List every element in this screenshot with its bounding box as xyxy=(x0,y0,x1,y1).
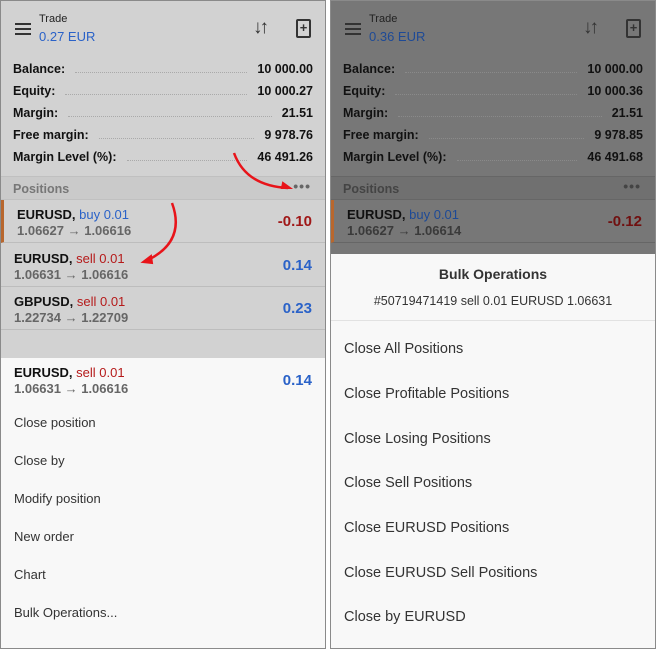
label: Free margin: xyxy=(343,128,419,142)
left-screen: Trade 0.27 EUR ↓↑ + Balance: 10 000.00 Eq… xyxy=(0,0,326,649)
prices: 1.06631 → 1.06616 xyxy=(14,381,129,396)
side: buy 0.01 xyxy=(409,207,460,222)
profit: -0.12 xyxy=(607,213,642,230)
label: Margin: xyxy=(343,106,389,120)
equity-row: Equity: 10 000.36 xyxy=(343,80,643,102)
prices: 1.06627 → 1.06614 xyxy=(347,223,462,238)
positions-label: Positions xyxy=(343,182,400,196)
arrow-to-more xyxy=(232,152,289,190)
close-all-positions[interactable]: Close All Positions xyxy=(344,341,463,357)
value: 10 000.36 xyxy=(587,84,643,98)
value: 21.51 xyxy=(611,106,643,120)
prices: 1.22734 → 1.22709 xyxy=(14,310,129,325)
label: Balance: xyxy=(343,62,396,76)
margin-level-row: Margin Level (%): 46 491.68 xyxy=(343,146,643,168)
label: Margin Level (%): xyxy=(343,150,447,164)
new-order-icon[interactable]: + xyxy=(626,19,641,38)
close-sell-positions[interactable]: Close Sell Positions xyxy=(344,475,472,491)
arrow-to-position xyxy=(147,202,177,262)
value: 9 978.85 xyxy=(594,128,643,142)
divider xyxy=(331,320,655,321)
bulk-operations-sheet: Bulk Operations #50719471419 sell 0.01 E… xyxy=(331,254,655,648)
side: sell 0.01 xyxy=(76,365,125,380)
label: Equity: xyxy=(343,84,386,98)
value: 10 000.00 xyxy=(587,62,643,76)
free-margin-row: Free margin: 9 978.85 xyxy=(343,124,643,146)
balance-row: Balance: 10 000.00 xyxy=(343,58,643,80)
menu-icon[interactable] xyxy=(345,23,361,35)
menu-close-position[interactable]: Close position xyxy=(14,415,96,430)
menu-modify-position[interactable]: Modify position xyxy=(14,491,101,506)
profit: 0.23 xyxy=(282,300,312,317)
position-row[interactable]: EURUSD, buy 0.01 1.06627 → 1.06614 -0.12 xyxy=(331,200,655,243)
sheet-title: Bulk Operations xyxy=(438,266,548,282)
close-profitable-positions[interactable]: Close Profitable Positions xyxy=(344,386,509,402)
menu-new-order[interactable]: New order xyxy=(14,529,74,544)
annotation-arrows xyxy=(140,152,294,265)
positions-header: Positions ••• xyxy=(331,176,655,200)
position-context-menu: EURUSD, sell 0.01 1.06631 → 1.06616 0.14… xyxy=(1,358,325,648)
sort-icon[interactable]: ↓↑ xyxy=(583,17,599,39)
close-eurusd-positions[interactable]: Close EURUSD Positions xyxy=(344,520,509,536)
total-profit: 0.36 EUR xyxy=(369,29,426,44)
margin-row: Margin: 21.51 xyxy=(343,102,643,124)
symbol: EURUSD, xyxy=(14,365,73,380)
menu-close-by[interactable]: Close by xyxy=(14,453,65,468)
symbol: EURUSD, xyxy=(347,207,406,222)
right-screen: Trade 0.36 EUR ↓↑ + Balance: 10 000.00 Eq… xyxy=(330,0,656,649)
value: 46 491.68 xyxy=(587,150,643,164)
close-losing-positions[interactable]: Close Losing Positions xyxy=(344,431,491,447)
profit: 0.14 xyxy=(282,372,312,389)
close-eurusd-sell-positions[interactable]: Close EURUSD Sell Positions xyxy=(344,565,537,581)
toolbar-title: Trade xyxy=(369,13,398,25)
sheet-subtitle: #50719471419 sell 0.01 EURUSD 1.06631 xyxy=(373,294,613,308)
close-by-eurusd[interactable]: Close by EURUSD xyxy=(344,609,466,625)
menu-bulk-operations[interactable]: Bulk Operations... xyxy=(14,605,117,620)
menu-chart[interactable]: Chart xyxy=(14,567,46,582)
toolbar: Trade 0.36 EUR ↓↑ + xyxy=(331,1,655,57)
more-icon[interactable]: ••• xyxy=(623,178,641,194)
